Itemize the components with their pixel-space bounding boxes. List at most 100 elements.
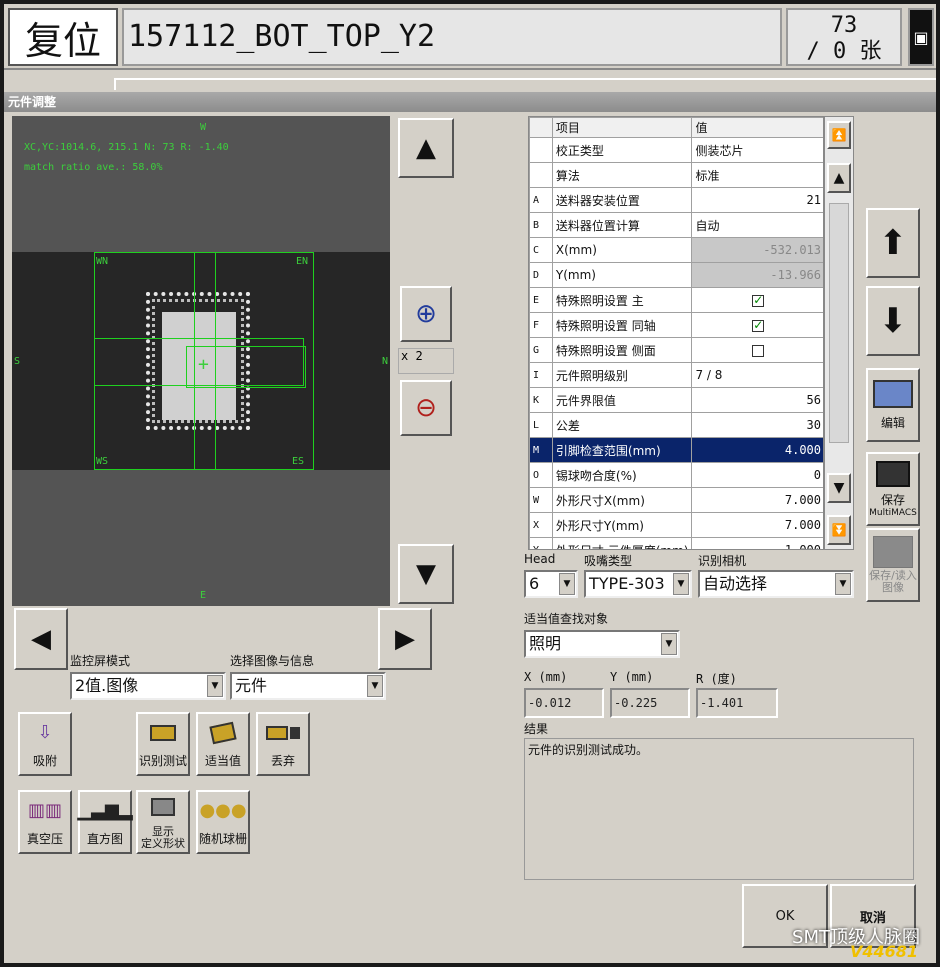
move-right-button[interactable]: ▶ — [378, 608, 432, 670]
r-label: R (度) — [696, 672, 737, 686]
corner-tl: WN — [96, 256, 109, 267]
row-name: 锡球吻合度(%) — [551, 462, 693, 488]
board-counter: 73 / 0 张 — [786, 8, 902, 66]
shape-label: 显示 定义形状 — [141, 825, 185, 850]
table-row[interactable]: E 特殊照明设置 主 — [529, 287, 823, 313]
reset-button[interactable]: 复位 — [8, 8, 118, 66]
edit-label: 编辑 — [880, 415, 905, 430]
zoom-in-button[interactable]: ⊕ — [400, 286, 452, 342]
zoom-in-icon: ⊕ — [415, 299, 437, 329]
scroll-track[interactable] — [829, 203, 849, 443]
row-key: C — [529, 237, 553, 263]
table-scrollbar[interactable]: ⏫ ▲ ▼ ⏬ — [824, 116, 854, 550]
row-name: 送料器安装位置 — [551, 187, 693, 213]
row-value[interactable]: 7.000 — [691, 487, 823, 513]
row-name: 送料器位置计算 — [551, 212, 693, 238]
result-text: 元件的识别测试成功。 — [528, 743, 649, 757]
bga-icon: ●●● — [199, 800, 247, 821]
histogram-button[interactable]: ▁▃▆▂ 直方图 — [77, 790, 133, 854]
window-title: 元件调整 — [4, 92, 936, 112]
table-row[interactable]: 校正类型 侧装芯片 — [529, 137, 823, 163]
row-name: 元件界限值 — [551, 387, 693, 413]
head-select[interactable]: 6 ▼ — [524, 570, 578, 598]
zoom-out-button[interactable]: ⊖ — [400, 380, 452, 436]
monitor-mode-value: 2值.图像 — [75, 676, 139, 695]
table-row[interactable]: I 元件照明级别 7 / 8 — [529, 362, 823, 388]
y-value: -0.225 — [610, 688, 690, 718]
row-name: 算法 — [551, 162, 693, 188]
table-row[interactable]: X 外形尺寸Y(mm) 7.000 — [529, 512, 823, 538]
table-row-selected[interactable]: M 引脚检查范围(mm) 4.000 — [529, 437, 823, 463]
move-left-button[interactable]: ◀ — [14, 608, 68, 670]
search-target-select[interactable]: 照明 ▼ — [524, 630, 680, 658]
row-key: O — [529, 462, 553, 488]
row-up-button[interactable]: ⬆ — [866, 208, 920, 278]
chevron-down-icon: ▼ — [207, 675, 223, 697]
row-value[interactable]: 7 / 8 — [691, 362, 823, 388]
row-value[interactable]: 自动 — [691, 212, 823, 238]
move-down-button[interactable]: ▼ — [398, 544, 454, 604]
camera-icon[interactable]: ▣ — [908, 8, 934, 66]
recognition-test-label: 识别测试 — [138, 753, 187, 768]
row-value[interactable]: 4.000 — [691, 437, 823, 463]
suction-button[interactable]: ⇩ 吸附 — [18, 712, 72, 776]
image-info-select[interactable]: 元件 ▼ — [230, 672, 386, 700]
monitor-mode-select[interactable]: 2值.图像 ▼ — [70, 672, 226, 700]
count-done: / 0 张 — [806, 39, 882, 64]
row-key: E — [529, 287, 553, 313]
chevron-down-icon: ▼ — [673, 573, 689, 595]
corner-br: ES — [292, 456, 305, 467]
row-value[interactable]: 1.000 — [691, 537, 823, 549]
search-target-label: 适当值查找对象 — [524, 612, 609, 626]
table-row[interactable]: F 特殊照明设置 同轴 — [529, 312, 823, 338]
discard-button[interactable]: 丢弃 — [256, 712, 310, 776]
checkbox-side-light[interactable] — [752, 344, 765, 357]
table-row[interactable]: K 元件界限值 56 — [529, 387, 823, 413]
scroll-top-button[interactable]: ⏫ — [827, 121, 851, 149]
shape-button[interactable]: 显示 定义形状 — [136, 790, 190, 854]
compass-bottom: E — [200, 590, 207, 601]
chevron-down-icon: ▼ — [367, 675, 383, 697]
load-label: 保存/读入 图像 — [869, 569, 917, 594]
row-value[interactable]: 标准 — [691, 162, 823, 188]
parameter-table[interactable]: 项目 值 校正类型 侧装芯片 算法 标准 A 送料器安装位置 21 B 送料器位置计算 自动… — [528, 116, 824, 550]
row-value[interactable]: 21 — [691, 187, 823, 213]
table-row[interactable]: 算法 标准 — [529, 162, 823, 188]
row-value[interactable]: 0 — [691, 462, 823, 488]
camera-view[interactable]: XC,YC:1014.6, 215.1 N: 73 R: -1.40 match… — [12, 116, 390, 606]
nozzle-select[interactable]: TYPE-303 ▼ — [584, 570, 692, 598]
table-row[interactable]: L 公差 30 — [529, 412, 823, 438]
row-value[interactable]: 侧装芯片 — [691, 137, 823, 163]
appropriate-value-button[interactable]: 适当值 — [196, 712, 250, 776]
scroll-down-button[interactable]: ▼ — [827, 473, 851, 503]
table-row[interactable]: Y外形尺寸 元件厚度(mm)1.000 — [529, 537, 823, 549]
camera-select[interactable]: 自动选择 ▼ — [698, 570, 854, 598]
appropriate-value-icon — [206, 720, 240, 746]
row-key — [529, 137, 553, 163]
scroll-up-button[interactable]: ▲ — [827, 163, 851, 193]
tab-strip — [114, 78, 936, 90]
save-sub-label: MultiMACS — [869, 507, 917, 518]
recognition-test-button[interactable]: 识别测试 — [136, 712, 190, 776]
checkbox-main-light[interactable] — [752, 293, 765, 307]
checkbox-coaxial-light[interactable] — [752, 318, 765, 332]
row-value[interactable]: 56 — [691, 387, 823, 413]
save-multimacs-button[interactable]: 保存 MultiMACS — [866, 452, 920, 526]
row-value[interactable]: 7.000 — [691, 512, 823, 538]
row-key: A — [529, 187, 553, 213]
edit-button[interactable]: 编辑 — [866, 368, 920, 442]
move-up-button[interactable]: ▲ — [398, 118, 454, 178]
row-value[interactable]: 30 — [691, 412, 823, 438]
vacuum-button[interactable]: ▥▥ 真空压 — [18, 790, 72, 854]
row-down-button[interactable]: ⬇ — [866, 286, 920, 356]
scroll-bottom-button[interactable]: ⏬ — [827, 515, 851, 545]
table-row[interactable]: G 特殊照明设置 侧面 — [529, 337, 823, 363]
bga-button[interactable]: ●●● 随机球栅 — [196, 790, 250, 854]
table-row[interactable]: B 送料器位置计算 自动 — [529, 212, 823, 238]
table-row[interactable]: W 外形尺寸X(mm) 7.000 — [529, 487, 823, 513]
nozzle-label: 吸嘴类型 — [584, 554, 633, 568]
result-box: 元件的识别测试成功。 — [524, 738, 914, 880]
table-row[interactable]: O 锡球吻合度(%) 0 — [529, 462, 823, 488]
appropriate-value-label: 适当值 — [204, 753, 241, 768]
table-row[interactable]: A 送料器安装位置 21 — [529, 187, 823, 213]
